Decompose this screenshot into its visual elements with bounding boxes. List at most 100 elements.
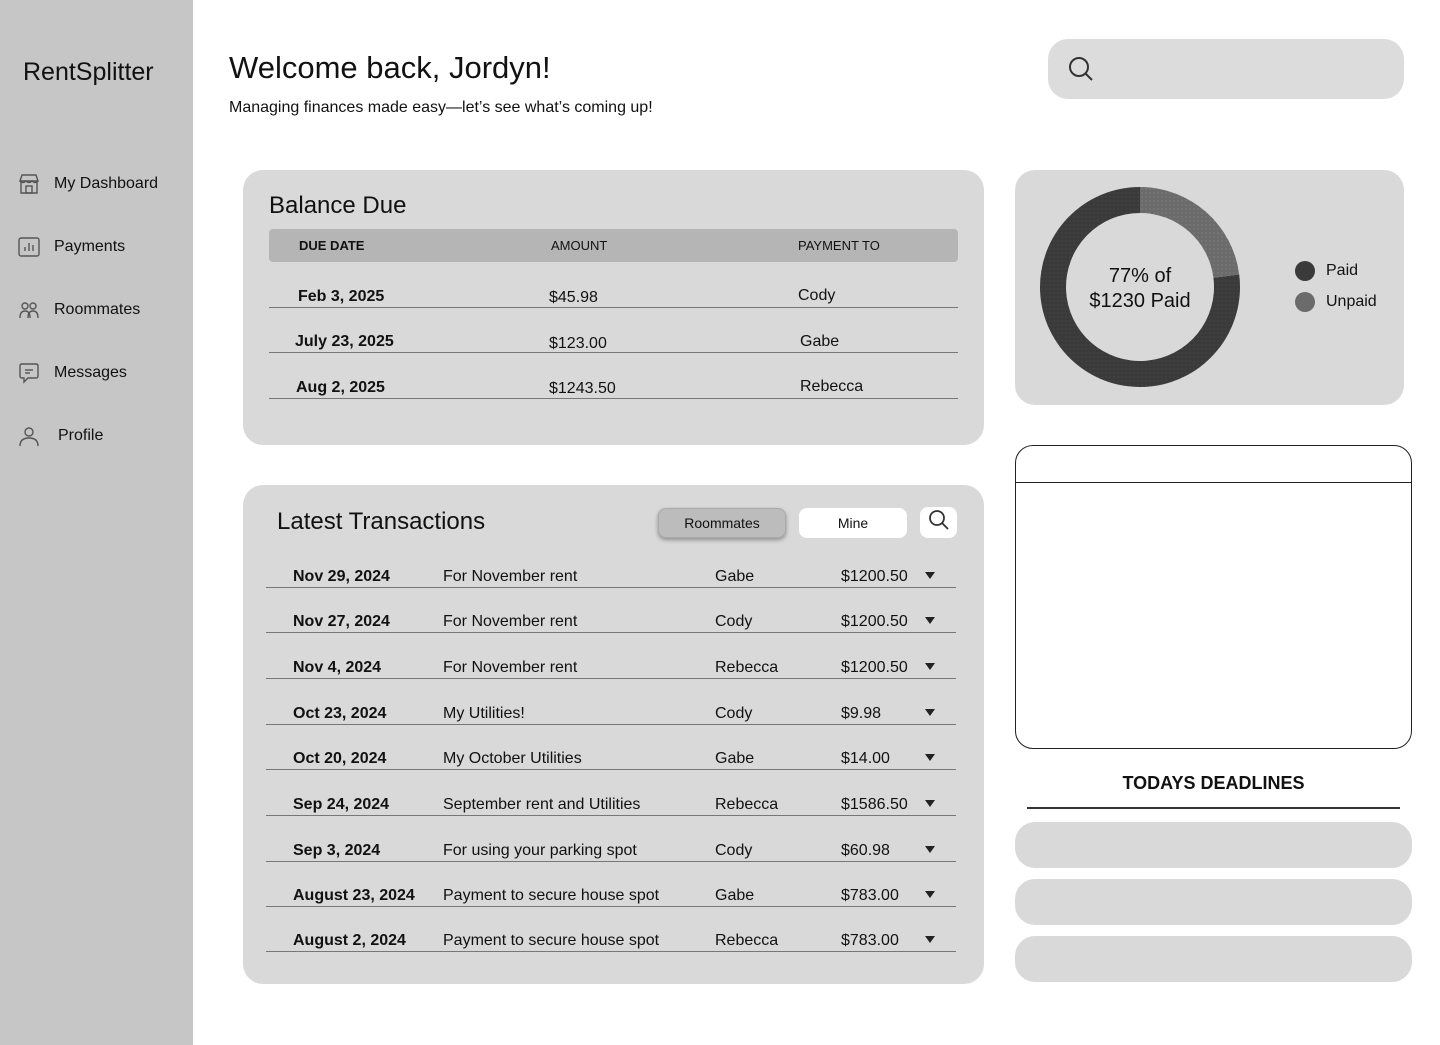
transaction-roommate: Cody bbox=[715, 705, 753, 722]
row-divider bbox=[266, 814, 956, 816]
table-row[interactable]: Feb 3, 2025 $45.98 Cody bbox=[269, 287, 958, 308]
balance-due-card: Balance Due DUE DATE AMOUNT PAYMENT TO F… bbox=[243, 170, 984, 445]
row-divider bbox=[269, 306, 958, 308]
transaction-amount: $783.00 bbox=[841, 887, 899, 904]
transaction-row[interactable]: Oct 20, 2024 My October Utilities Gabe $14.… bbox=[266, 750, 956, 770]
expand-caret-icon[interactable] bbox=[925, 663, 935, 670]
balance-table-header: DUE DATE AMOUNT PAYMENT TO bbox=[269, 229, 958, 262]
legend-paid: Paid bbox=[1284, 261, 1358, 281]
filter-roommates-button[interactable]: Roommates bbox=[658, 508, 786, 538]
deadlines-divider bbox=[1027, 807, 1400, 809]
expand-caret-icon[interactable] bbox=[925, 572, 935, 579]
sidebar-item-dashboard[interactable]: My Dashboard bbox=[16, 171, 158, 197]
row-divider bbox=[266, 631, 956, 633]
expand-caret-icon[interactable] bbox=[925, 891, 935, 898]
transaction-row[interactable]: Nov 29, 2024 For November rent Gabe $1200.5… bbox=[266, 568, 956, 588]
expand-caret-icon[interactable] bbox=[925, 617, 935, 624]
transaction-row[interactable]: August 2, 2024 Payment to secure house sp… bbox=[266, 932, 956, 952]
deadline-item[interactable] bbox=[1015, 822, 1412, 868]
row-divider bbox=[269, 397, 958, 399]
transaction-row[interactable]: Nov 4, 2024 For November rent Rebecca $1200… bbox=[266, 659, 956, 679]
table-row[interactable]: July 23, 2025 $123.00 Gabe bbox=[269, 333, 958, 353]
donut-amount-text: $1230 Paid bbox=[1089, 290, 1191, 312]
expand-caret-icon[interactable] bbox=[925, 800, 935, 807]
sidebar-item-messages[interactable]: Messages bbox=[16, 360, 127, 386]
due-date: Aug 2, 2025 bbox=[296, 379, 385, 396]
transaction-row[interactable]: Oct 23, 2024 My Utilities! Cody $9.98 bbox=[266, 705, 956, 725]
filter-mine-button[interactable]: Mine bbox=[799, 508, 907, 538]
blank-panel bbox=[1015, 445, 1412, 749]
transaction-row[interactable]: Sep 3, 2024 For using your parking spot Co… bbox=[266, 842, 956, 862]
transaction-date: Nov 29, 2024 bbox=[293, 568, 390, 585]
transaction-date: Sep 3, 2024 bbox=[293, 842, 381, 859]
sidebar-item-label: My Dashboard bbox=[54, 175, 159, 192]
latest-transactions-card: Latest Transactions Roommates Mine Nov 2… bbox=[243, 485, 984, 984]
donut-center-label: 77% of $1230 Paid bbox=[1040, 264, 1240, 314]
sidebar-item-label: Payments bbox=[54, 238, 126, 255]
transaction-row[interactable]: August 23, 2024 Payment to secure house s… bbox=[266, 887, 956, 907]
app-title: RentSplitter bbox=[23, 58, 154, 86]
transaction-amount: $60.98 bbox=[841, 842, 890, 859]
expand-caret-icon[interactable] bbox=[925, 846, 935, 853]
search-input[interactable] bbox=[1048, 39, 1404, 99]
transaction-date: Oct 23, 2024 bbox=[293, 705, 387, 722]
users-icon bbox=[16, 297, 42, 323]
transaction-roommate: Gabe bbox=[715, 887, 755, 904]
row-divider bbox=[266, 677, 956, 679]
legend-swatch-unpaid bbox=[1295, 292, 1315, 312]
sidebar-item-roommates[interactable]: Roommates bbox=[16, 297, 140, 323]
transaction-roommate: Cody bbox=[715, 842, 753, 859]
transaction-roommate: Gabe bbox=[715, 750, 755, 767]
row-divider bbox=[266, 768, 956, 770]
expand-caret-icon[interactable] bbox=[925, 709, 935, 716]
row-divider bbox=[266, 905, 956, 907]
transaction-roommate: Rebecca bbox=[715, 932, 779, 949]
expand-caret-icon[interactable] bbox=[925, 754, 935, 761]
transaction-description: For using your parking spot bbox=[443, 842, 637, 859]
transaction-description: For November rent bbox=[443, 659, 578, 676]
search-icon bbox=[928, 509, 950, 536]
due-date: July 23, 2025 bbox=[295, 333, 394, 350]
row-divider bbox=[266, 860, 956, 862]
payment-to: Rebecca bbox=[800, 378, 864, 395]
transaction-description: For November rent bbox=[443, 613, 578, 630]
legend-label: Paid bbox=[1326, 262, 1359, 279]
deadline-item[interactable] bbox=[1015, 879, 1412, 925]
amount: $45.98 bbox=[549, 289, 598, 306]
transaction-description: My October Utilities bbox=[443, 750, 582, 767]
expand-caret-icon[interactable] bbox=[925, 936, 935, 943]
user-icon bbox=[16, 423, 42, 449]
row-divider bbox=[266, 586, 956, 588]
legend-unpaid: Unpaid bbox=[1284, 292, 1377, 312]
transaction-roommate: Gabe bbox=[715, 568, 755, 585]
payment-to: Gabe bbox=[800, 333, 840, 350]
sidebar-item-label: Roommates bbox=[54, 301, 141, 318]
transaction-date: August 2, 2024 bbox=[293, 932, 406, 949]
latest-transactions-title: Latest Transactions bbox=[277, 508, 486, 535]
transaction-amount: $14.00 bbox=[841, 750, 890, 767]
transaction-description: September rent and Utilities bbox=[443, 796, 641, 813]
transaction-row[interactable]: Sep 24, 2024 September rent and Utilities… bbox=[266, 796, 956, 816]
table-row[interactable]: Aug 2, 2025 $1243.50 Rebecca bbox=[269, 378, 958, 399]
deadline-item[interactable] bbox=[1015, 936, 1412, 982]
amount: $1243.50 bbox=[549, 380, 616, 397]
due-date: Feb 3, 2025 bbox=[298, 288, 385, 305]
transaction-row[interactable]: Nov 27, 2024 For November rent Cody $1200.5… bbox=[266, 613, 956, 633]
transaction-roommate: Cody bbox=[715, 613, 753, 630]
column-header: AMOUNT bbox=[551, 238, 608, 253]
amount: $123.00 bbox=[549, 335, 607, 352]
transactions-search-button[interactable] bbox=[920, 507, 957, 538]
transaction-amount: $1200.50 bbox=[841, 659, 908, 676]
transaction-date: Nov 4, 2024 bbox=[293, 659, 382, 676]
transaction-date: Oct 20, 2024 bbox=[293, 750, 387, 767]
transaction-roommate: Rebecca bbox=[715, 796, 779, 813]
sidebar-item-label: Messages bbox=[54, 364, 127, 381]
transaction-amount: $1200.50 bbox=[841, 568, 908, 585]
transaction-amount: $783.00 bbox=[841, 932, 899, 949]
payment-summary-card: 77% of $1230 Paid Paid Unpaid bbox=[1015, 170, 1404, 405]
sidebar-item-payments[interactable]: Payments bbox=[16, 234, 125, 260]
sidebar-item-profile[interactable]: Profile bbox=[16, 423, 103, 449]
transaction-date: Nov 27, 2024 bbox=[293, 613, 390, 630]
deadlines-title: TODAYS DEADLINES bbox=[1122, 773, 1305, 793]
donut-percent-text: 77% of bbox=[1108, 265, 1172, 287]
